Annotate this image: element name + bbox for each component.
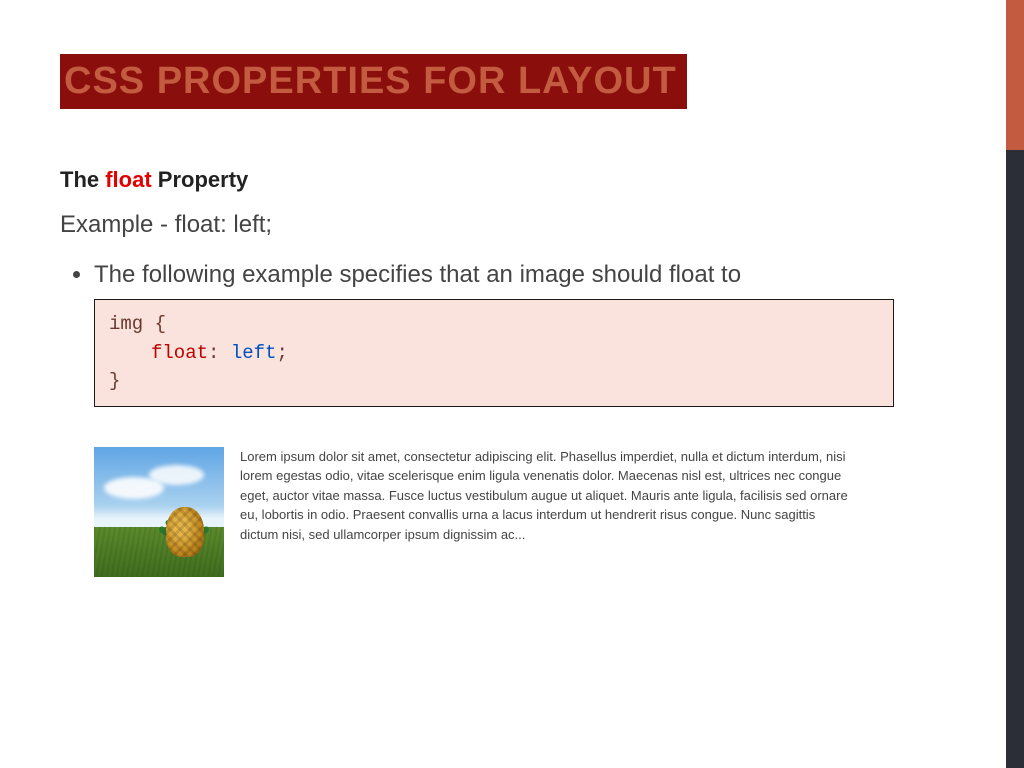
accent-bar-bottom: [1006, 150, 1024, 768]
code-line-3: }: [109, 367, 879, 396]
code-line-2: float: left;: [109, 339, 879, 368]
bullet-item: The following example specifies that an …: [94, 261, 964, 289]
bullet-list: The following example specifies that an …: [60, 261, 964, 289]
subheading-keyword: float: [105, 167, 151, 192]
example-line: Example - float: left;: [60, 211, 964, 239]
pineapple-icon: [164, 479, 206, 557]
subheading: The float Property: [60, 167, 964, 193]
page-title: CSS PROPERTIES FOR LAYOUT: [64, 60, 677, 103]
code-value: left: [231, 342, 277, 364]
content-area: CSS PROPERTIES FOR LAYOUT The float Prop…: [60, 54, 964, 577]
code-colon: :: [208, 342, 231, 364]
slide: CSS PROPERTIES FOR LAYOUT The float Prop…: [0, 0, 1024, 768]
accent-bar-top: [1006, 0, 1024, 150]
subheading-suffix: Property: [152, 167, 249, 192]
title-band: CSS PROPERTIES FOR LAYOUT: [60, 54, 687, 109]
code-semicolon: ;: [276, 342, 287, 364]
code-block: img { float: left; }: [94, 299, 894, 407]
subheading-prefix: The: [60, 167, 105, 192]
code-line-1: img {: [109, 310, 879, 339]
code-property: float: [151, 342, 208, 364]
float-demo: Lorem ipsum dolor sit amet, consectetur …: [94, 447, 854, 577]
demo-image: [94, 447, 224, 577]
